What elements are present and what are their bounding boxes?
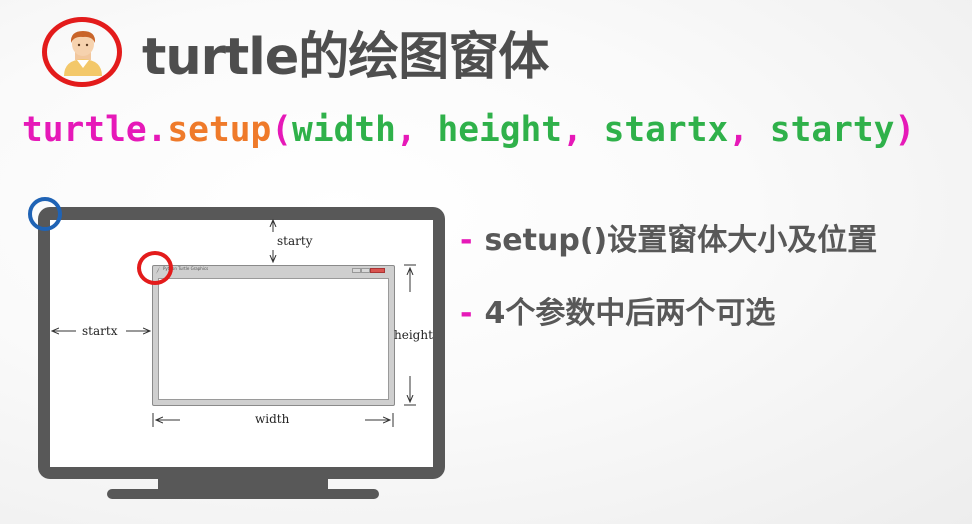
label-height: height bbox=[394, 328, 433, 342]
bullet-item: - setup()设置窗体大小及位置 bbox=[460, 221, 877, 261]
bullet-text: 4个参数中后两个可选 bbox=[484, 296, 776, 331]
bullet-item: -4个参数中后两个可选 bbox=[460, 294, 775, 334]
bullet-dash: - bbox=[460, 223, 473, 258]
label-starty: starty bbox=[277, 234, 313, 248]
dimension-arrows bbox=[0, 0, 416, 427]
label-startx: startx bbox=[82, 324, 118, 338]
label-width: width bbox=[255, 412, 290, 426]
bullet-dash: - bbox=[460, 296, 473, 331]
bullet-text: setup()设置窗体大小及位置 bbox=[484, 223, 878, 258]
